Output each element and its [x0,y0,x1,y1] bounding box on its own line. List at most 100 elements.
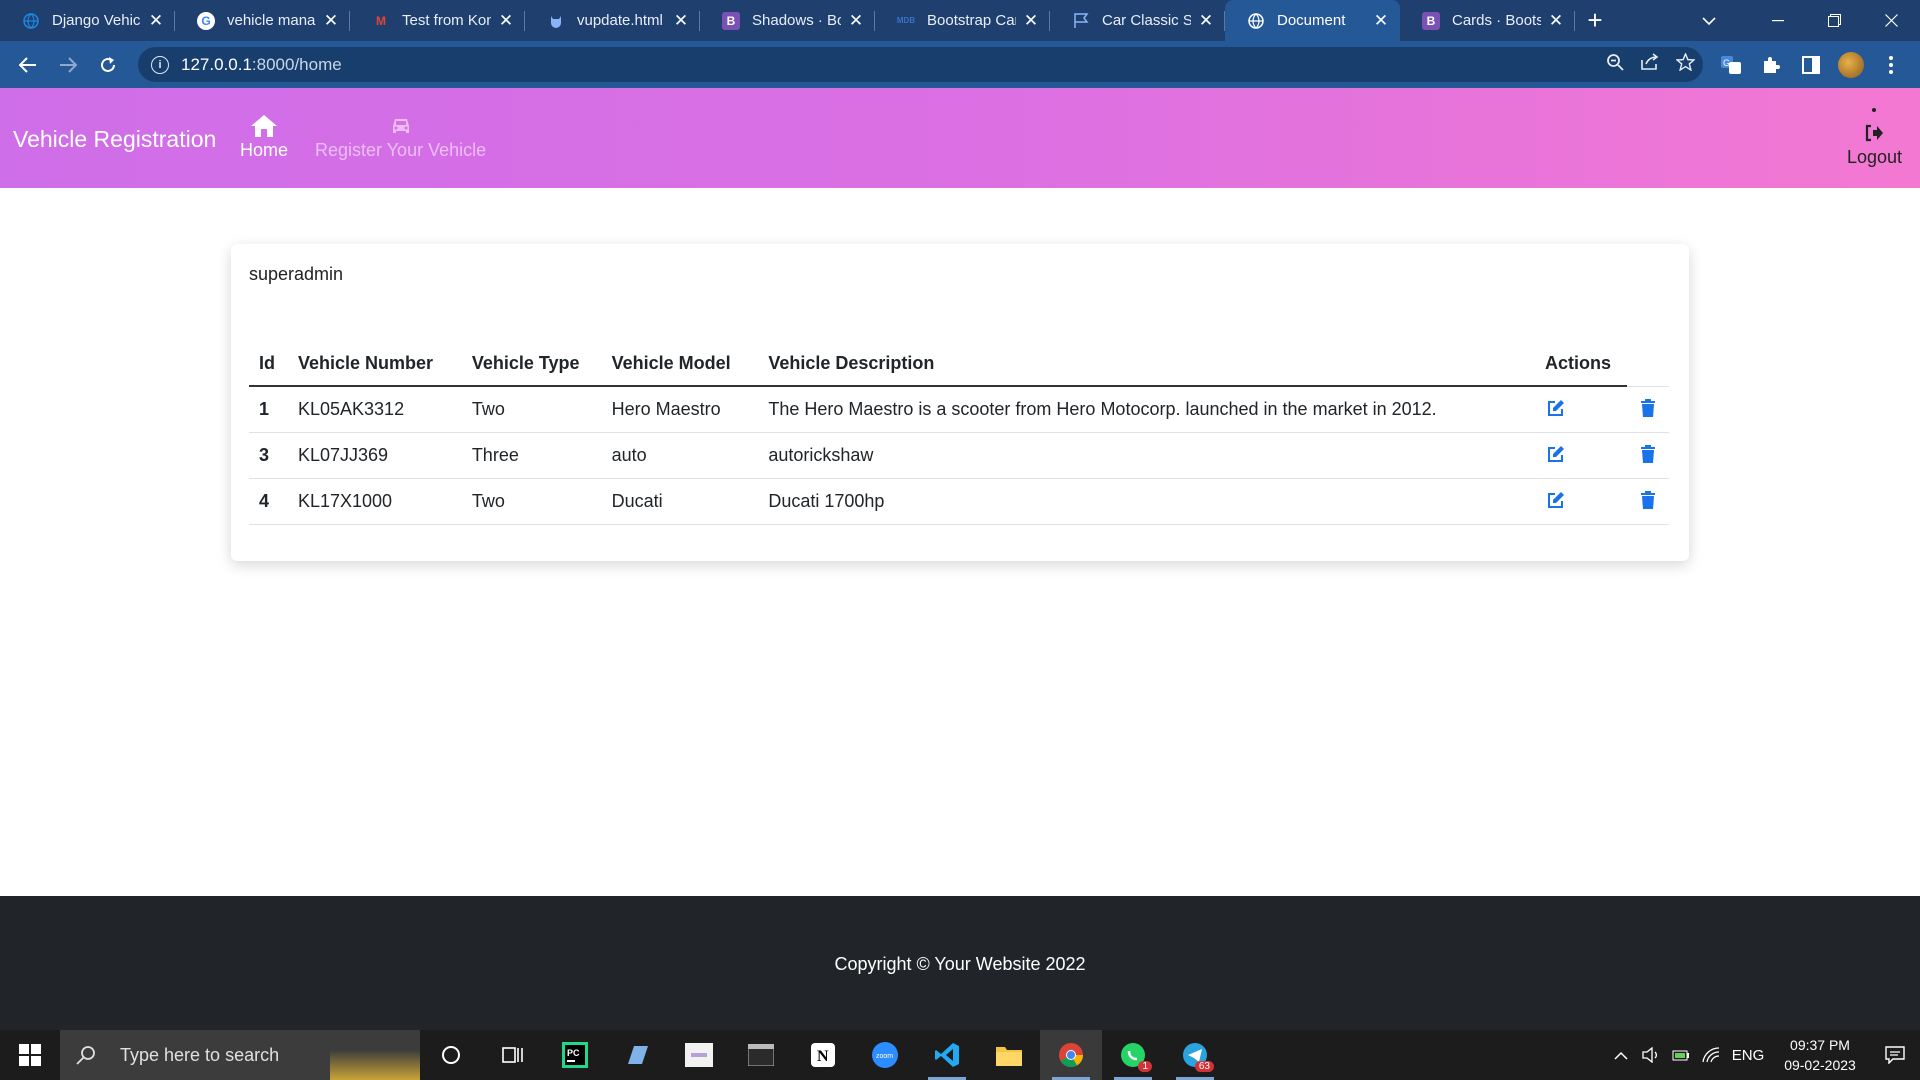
cell-vehicle-description: autorickshaw [758,432,1535,479]
copyright-text: Copyright © Your Website 2022 [834,953,1086,974]
back-icon[interactable] [8,45,48,85]
indicator-dot [1872,108,1877,112]
close-tab-icon[interactable]: ✕ [847,11,865,30]
browser-tab[interactable]: Document ✕ [1225,0,1400,41]
zoom-icon[interactable] [1606,53,1624,76]
browser-tab[interactable]: Django Vehicle ✕ [0,0,175,41]
cell-vehicle-type: Three [461,432,602,479]
reload-icon[interactable] [88,45,128,85]
site-info-icon[interactable]: i [151,55,169,74]
vehicle-card: superadmin Id Vehicle Number Vehicle Typ… [231,244,1689,561]
close-tab-icon[interactable]: ✕ [497,11,515,30]
nav-register-vehicle[interactable]: Register Your Vehicle [315,112,486,161]
edit-icon[interactable] [1545,443,1567,465]
new-tab-button[interactable]: + [1575,0,1615,41]
pycharm-icon[interactable]: PC [544,1030,606,1080]
chevron-up-icon[interactable] [1606,1051,1636,1060]
menu-kebab-icon[interactable] [1878,52,1904,78]
browser-tab[interactable]: B Shadows · Boo ✕ [700,0,875,41]
close-window-icon[interactable] [1863,0,1920,41]
browser-tab[interactable]: Gvehicle manag ✕ [175,0,350,41]
battery-icon[interactable] [1666,1048,1696,1062]
task-view-icon[interactable] [482,1030,544,1080]
minimize-icon[interactable] [1749,0,1806,41]
github-favicon-icon [547,12,565,30]
file-explorer-icon[interactable] [978,1030,1040,1080]
cell-vehicle-description: Ducati 1700hp [758,478,1535,525]
close-tab-icon[interactable]: ✕ [1197,11,1215,30]
brand-title[interactable]: Vehicle Registration [13,126,216,153]
home-icon [250,112,278,140]
nav-home-label: Home [240,140,289,160]
whatsapp-icon[interactable]: 1 [1102,1030,1164,1080]
bookmark-star-icon[interactable] [1675,52,1696,76]
logout-button[interactable]: Logout [1847,108,1902,168]
profile-avatar[interactable] [1838,51,1864,78]
wifi-icon[interactable] [1696,1047,1726,1063]
bootstrap-favicon-icon: B [722,11,740,30]
close-tab-icon[interactable]: ✕ [322,11,340,30]
cell-id: 1 [249,386,288,433]
cortana-icon[interactable] [420,1030,482,1080]
address-bar[interactable]: i 127.0.0.1:8000/home [138,47,1703,82]
close-tab-icon[interactable]: ✕ [1022,11,1040,30]
browser-tab[interactable]: MDB Bootstrap Car ✕ [875,0,1050,41]
clock-time: 09:37 PM [1790,1037,1850,1053]
vehicle-table: Id Vehicle Number Vehicle Type Vehicle M… [249,342,1669,525]
volume-icon[interactable] [1636,1047,1666,1063]
header-vehicle-model: Vehicle Model [601,342,759,387]
table-body: 1 KL05AK3312 Two Hero Maestro The Hero Maest… [249,386,1669,525]
browser-tab[interactable]: vupdate.html ✕ [525,0,700,41]
system-clock[interactable]: 09:37 PM 09-02-2023 [1770,1035,1870,1075]
header-actions-spacer [1627,342,1669,387]
forward-icon[interactable] [48,45,88,85]
window-controls [1749,0,1920,41]
car-icon [390,112,412,140]
chrome-icon[interactable] [1040,1030,1102,1080]
extensions-puzzle-icon[interactable] [1758,52,1784,78]
notes-app-icon[interactable] [606,1030,668,1080]
delete-trash-icon[interactable] [1637,489,1659,511]
nav-home[interactable]: Home [240,112,288,161]
close-tab-icon[interactable]: ✕ [1547,11,1565,30]
app-window-icon[interactable] [668,1030,730,1080]
delete-trash-icon[interactable] [1637,443,1659,465]
cell-delete-action [1627,386,1669,433]
cell-delete-action [1627,432,1669,479]
taskbar-search-box[interactable]: Type here to search [60,1030,420,1080]
tab-title: Shadows · Boo [752,12,841,29]
tab-title: vehicle manag [227,12,316,29]
telegram-icon[interactable]: 63 [1164,1030,1226,1080]
close-tab-icon[interactable]: ✕ [1372,11,1390,30]
tab-title: Bootstrap Car [927,12,1016,29]
restore-icon[interactable] [1806,0,1863,41]
browser-tab[interactable]: M Test from Kon ✕ [350,0,525,41]
browser-tab[interactable]: Car Classic Sol ✕ [1050,0,1225,41]
header-id: Id [249,342,288,387]
cell-edit-action [1534,386,1627,433]
notification-center-icon[interactable] [1870,1046,1920,1064]
zoom-icon-taskbar[interactable]: zoom [854,1030,916,1080]
tab-search-icon[interactable] [1684,0,1734,41]
notion-icon[interactable]: N [792,1030,854,1080]
terminal-icon[interactable] [730,1030,792,1080]
browser-toolbar: i 127.0.0.1:8000/home [0,41,1920,88]
windows-start-icon[interactable] [0,1030,60,1080]
tab-title: Test from Kon [402,12,491,29]
vscode-icon[interactable] [916,1030,978,1080]
extension-icons: G [1718,41,1920,88]
edit-icon[interactable] [1545,397,1567,419]
language-indicator[interactable]: ENG [1726,1047,1770,1064]
close-tab-icon[interactable]: ✕ [147,11,165,30]
cell-delete-action [1627,478,1669,525]
edit-icon[interactable] [1545,489,1567,511]
search-highlight-image [330,1030,420,1080]
share-icon[interactable] [1640,53,1660,76]
translate-icon[interactable]: G [1718,52,1744,78]
close-tab-icon[interactable]: ✕ [672,11,690,30]
delete-trash-icon[interactable] [1637,397,1659,419]
browser-tab[interactable]: B Cards · Bootstr ✕ [1400,0,1575,41]
url-host: 127.0.0.1 [181,54,252,74]
mdb-favicon-icon: MDB [896,16,916,25]
side-panel-icon[interactable] [1798,52,1824,78]
